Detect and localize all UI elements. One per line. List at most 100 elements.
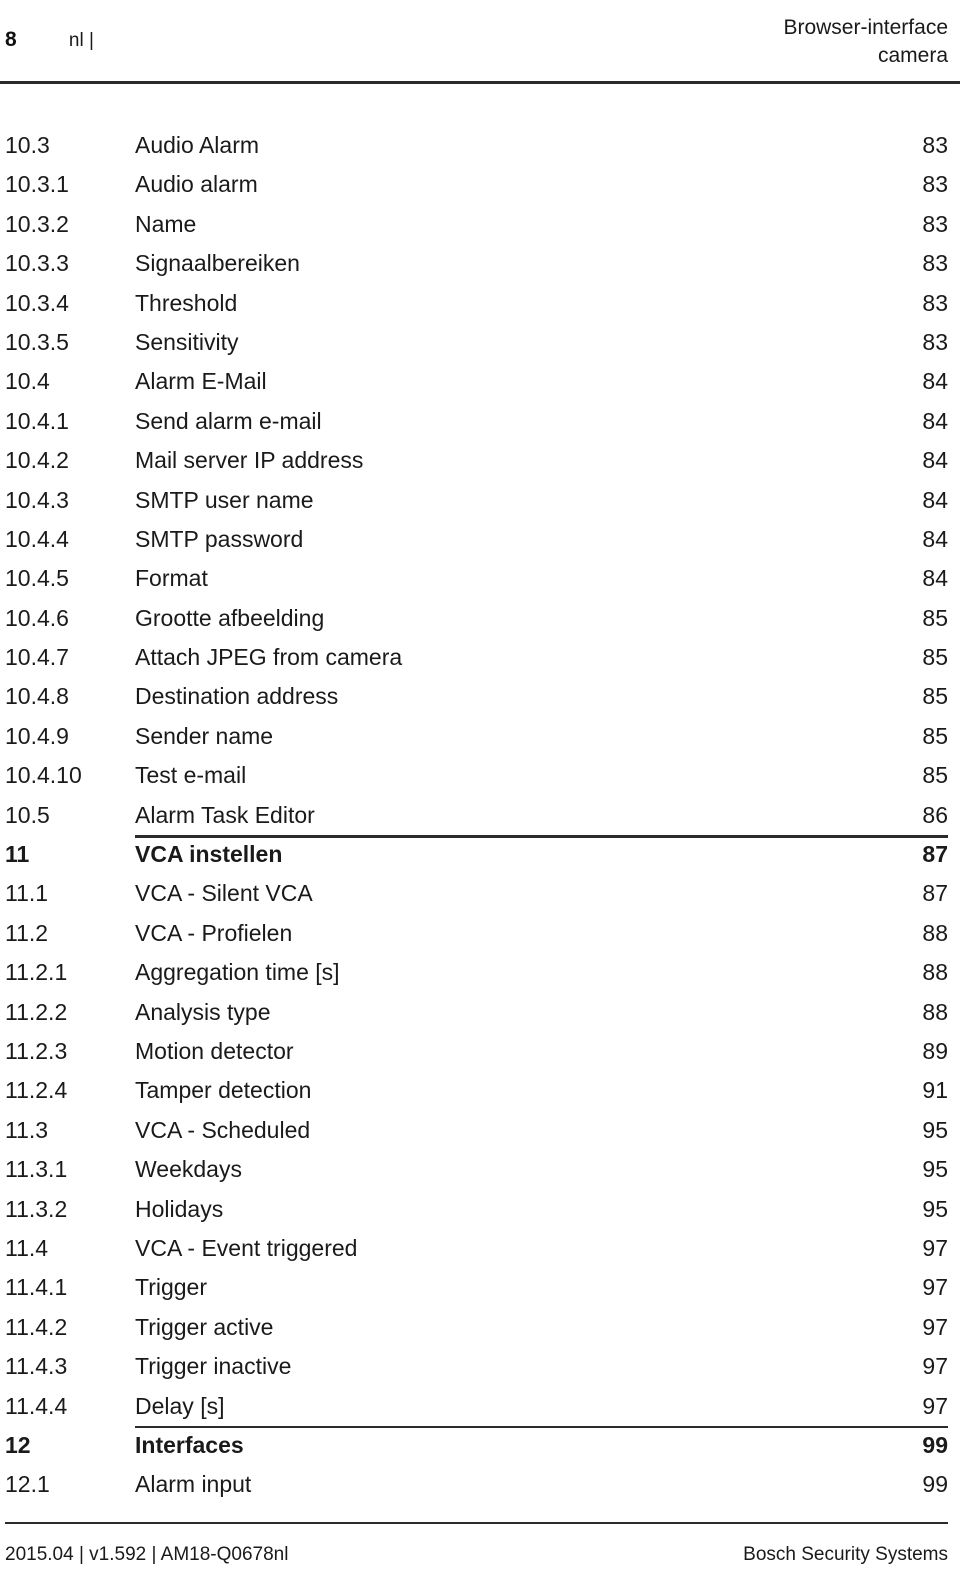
toc-entry-number: 10.4.8 [5,683,69,710]
toc-entry-title: Trigger inactive [135,1353,292,1380]
toc-entry[interactable]: 10.4.6 Grootte afbeelding 85 [5,599,948,638]
toc-entry-title: Trigger active [135,1313,274,1340]
toc-entry[interactable]: 11.3.1 Weekdays 95 [5,1150,948,1189]
toc-entry-title: Alarm E-Mail [135,368,267,395]
toc-entry-title: VCA - Scheduled [135,1116,311,1143]
toc-entry-title: VCA - Profielen [135,919,293,946]
footer-divider [5,1522,948,1524]
toc-entry[interactable]: 10.3.3 Signaalbereiken 83 [5,244,948,283]
toc-entry-page-number: 97 [922,1234,948,1261]
toc-entry-title: VCA - Silent VCA [135,880,313,907]
toc-entry-page-number: 83 [922,289,948,316]
toc-entry-number: 10.5 [5,801,50,828]
header-language-marker: nl | [68,30,94,51]
toc-entry-title: Audio Alarm [135,132,260,158]
toc-entry[interactable]: 10.3.2 Name 83 [5,205,948,244]
toc-entry-number: 10.4.4 [5,525,69,552]
toc-entry[interactable]: 10.4.8 Destination address 85 [5,677,948,716]
toc-entry-page-number: 95 [922,1195,948,1222]
toc-entry-title: Sender name [135,722,274,749]
toc-entry-title: Motion detector [135,1037,294,1064]
toc-entry-title: Attach JPEG from camera [135,644,403,671]
toc-entry-page-number: 97 [922,1392,948,1419]
header-divider [0,81,960,84]
toc-entry-title: Test e-mail [135,762,247,789]
toc-entry[interactable]: 10.3.4 Threshold 83 [5,284,948,323]
toc-entry[interactable]: 10.4.9 Sender name 85 [5,717,948,756]
toc-entry[interactable]: 11.4.1 Trigger 97 [5,1268,948,1307]
toc-entry[interactable]: 12.1 Alarm input 99 [5,1465,948,1504]
toc-entry[interactable]: 10.4.4 SMTP password 84 [5,520,948,559]
toc-entry-number: 10.4.3 [5,486,69,513]
toc-entry-number: 10.4 [5,368,50,395]
toc-entry-page-number: 88 [922,919,948,946]
page-header: 8 nl | Browser-interface camera [5,14,948,76]
toc-entry[interactable]: 11.2 VCA - Profielen 88 [5,914,948,953]
toc-entry[interactable]: 11.3 VCA - Scheduled 95 [5,1111,948,1150]
toc-entry[interactable]: 11.1 VCA - Silent VCA 87 [5,874,948,913]
toc-entry[interactable]: 10.3.1 Audio alarm 83 [5,165,948,204]
toc-entry-title: Alarm Task Editor [135,801,315,828]
toc-entry[interactable]: 11.4.4 Delay [s] 97 [5,1387,948,1426]
toc-entry-number: 11.3.2 [5,1195,68,1222]
toc-entry[interactable]: 11.2.3 Motion detector 89 [5,1032,948,1071]
toc-entry-number: 11.3.1 [5,1156,68,1183]
toc-entry-page-number: 95 [922,1116,948,1143]
toc-entry-number: 11.1 [5,880,49,907]
toc-entry-number: 11.4.4 [5,1392,68,1419]
toc-entry[interactable]: 10.3.5 Sensitivity 83 [5,323,948,362]
toc-entry-page-number: 95 [922,1156,948,1183]
toc-entry-title: VCA - Event triggered [135,1234,358,1261]
toc-entry-title: Aggregation time [s] [135,959,340,986]
toc-entry[interactable]: 11.3.2 Holidays 95 [5,1190,948,1229]
toc-entry-page-number: 84 [922,407,948,434]
toc-entry[interactable]: 11.2.1 Aggregation time [s] 88 [5,953,948,992]
toc-entry[interactable]: 11.4.2 Trigger active 97 [5,1308,948,1347]
header-title-line-1: Browser-interface [783,16,948,39]
toc-entry[interactable]: 10.4.3 SMTP user name 84 [5,481,948,520]
toc-entry[interactable]: 11 VCA instellen 87 [5,835,948,874]
toc-entry[interactable]: 11.4 VCA - Event triggered 97 [5,1229,948,1268]
toc-entry[interactable]: 10.5 Alarm Task Editor 86 [5,796,948,835]
toc-entry-page-number: 97 [922,1313,948,1340]
toc-entry-page-number: 97 [922,1353,948,1380]
header-left-group: 8 nl | [5,14,94,52]
toc-entry-title: Mail server IP address [135,447,364,474]
toc-entry-number: 10.3.3 [5,250,69,277]
toc-entry-page-number: 83 [922,132,948,158]
toc-entry-number: 10.4.7 [5,644,69,671]
toc-entry-number: 11 [5,841,30,868]
toc-entry-number: 10.4.2 [5,447,69,474]
toc-entry[interactable]: 10.4.2 Mail server IP address 84 [5,441,948,480]
toc-entry-title: Tamper detection [135,1077,312,1104]
toc-entry-title: Threshold [135,289,238,316]
toc-entry-page-number: 83 [922,328,948,355]
toc-entry-page-number: 86 [922,801,948,828]
toc-entry[interactable]: 11.2.4 Tamper detection 91 [5,1071,948,1110]
toc-entry-title: Holidays [135,1195,224,1222]
toc-entry-page-number: 85 [922,683,948,710]
toc-entry-title: Name [135,210,197,237]
toc-entry-title: VCA instellen [135,841,283,868]
toc-entry-number: 11.2.1 [5,959,68,986]
toc-entry[interactable]: 10.4.1 Send alarm e-mail 84 [5,402,948,441]
toc-entry[interactable]: 10.4.10 Test e-mail 85 [5,756,948,795]
toc-entry-page-number: 84 [922,565,948,592]
toc-entry-page-number: 97 [922,1274,948,1301]
toc-entry[interactable]: 11.2.2 Analysis type 88 [5,993,948,1032]
toc-entry-page-number: 85 [922,644,948,671]
footer-document-id: 2015.04 | v1.592 | AM18-Q0678nl [5,1544,289,1565]
toc-entry-number: 10.4.1 [5,407,69,434]
toc-entry[interactable]: 10.4.7 Attach JPEG from camera 85 [5,638,948,677]
toc-entry[interactable]: 12 Interfaces 99 [5,1425,948,1465]
toc-entry-page-number: 99 [922,1431,948,1458]
toc-entry[interactable]: 10.4 Alarm E-Mail 84 [5,362,948,401]
toc-entry-title: Weekdays [135,1156,242,1183]
toc-entry-page-number: 84 [922,447,948,474]
toc-entry-title: Send alarm e-mail [135,407,322,434]
toc-entry-number: 11.2.2 [5,998,68,1025]
toc-entry[interactable]: 10.4.5 Format 84 [5,559,948,598]
toc-entry-page-number: 84 [922,486,948,513]
toc-entry[interactable]: 11.4.3 Trigger inactive 97 [5,1347,948,1386]
toc-entry[interactable]: 10.3 Audio Alarm 83 [5,126,948,165]
